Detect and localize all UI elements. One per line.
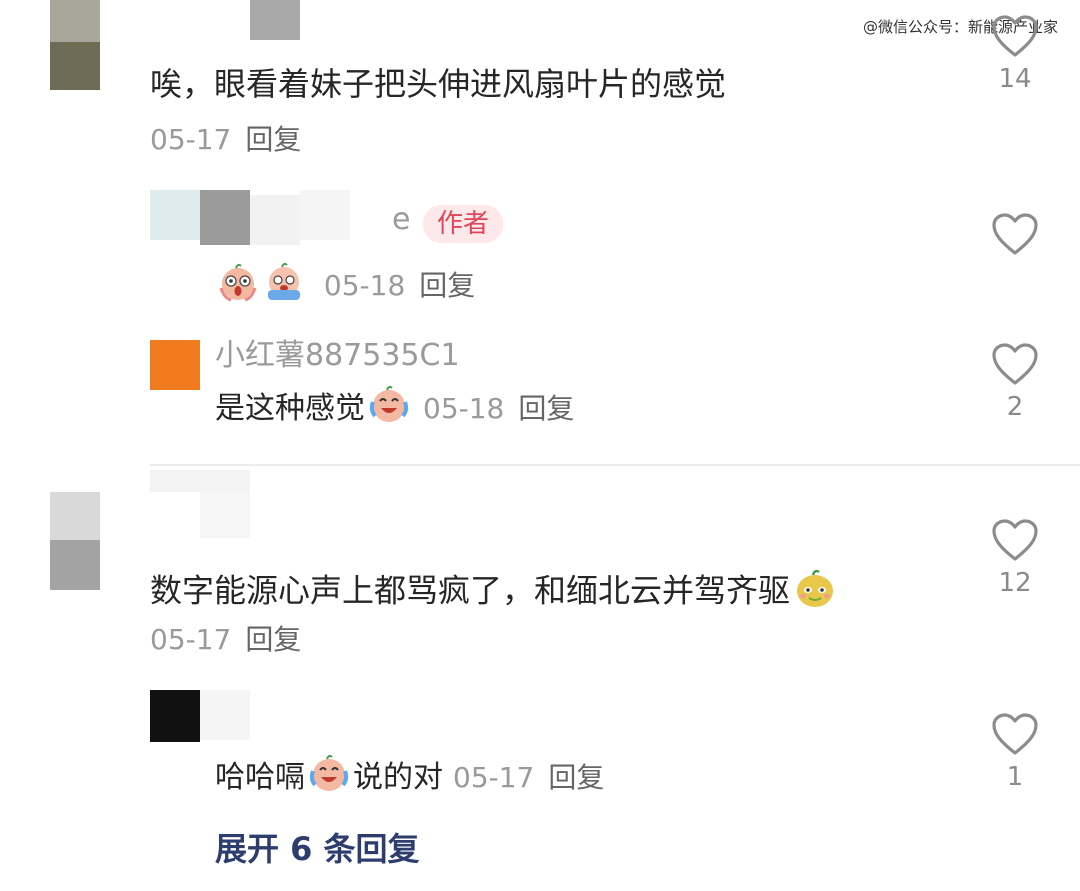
avatar[interactable] [150, 340, 200, 390]
heart-icon[interactable] [991, 14, 1039, 58]
cry-emoji [263, 262, 305, 311]
expand-replies-button[interactable]: 展开 6 条回复 [215, 824, 420, 870]
comment-text-after: 说的对 [353, 760, 443, 795]
like-button[interactable]: 14 [985, 14, 1045, 94]
reply-button[interactable]: 回复 [419, 269, 475, 302]
comment-text-row: 数字能源心声上都骂疯了，和缅北云并驾齐驱 [150, 566, 840, 619]
comment-date: 05-18 [323, 268, 406, 302]
comment-date: 05-18 [423, 392, 505, 425]
laugh-cry-emoji [307, 753, 351, 804]
comment-text: 是这种感觉 [215, 391, 365, 426]
username-redacted [150, 470, 250, 492]
heart-icon[interactable] [991, 518, 1039, 562]
reply-button[interactable]: 回复 [245, 123, 301, 156]
comment-text-row: 是这种感觉 05-18 回复 [215, 384, 574, 435]
comment-date: 05-17 [150, 123, 232, 156]
comment-date: 05-17 [150, 623, 232, 656]
divider [150, 464, 1080, 466]
like-button[interactable]: 1 [985, 712, 1045, 792]
scream-emoji [217, 262, 259, 311]
like-button[interactable]: 2 [985, 342, 1045, 422]
username-redacted [250, 0, 300, 40]
avatar[interactable] [50, 0, 100, 90]
username[interactable]: 小红薯887535C1 [215, 330, 460, 374]
avatar[interactable] [50, 492, 100, 590]
comment-text-before: 哈哈嗝 [215, 760, 305, 795]
laugh-cry-emoji [367, 384, 411, 435]
username-redacted [250, 195, 300, 245]
comment-text-row: 哈哈嗝 说的对 05-17 回复 [215, 753, 604, 804]
author-badge: 作者 [423, 205, 504, 243]
like-count: 1 [1006, 762, 1024, 792]
comment-text: 数字能源心声上都骂疯了，和缅北云并驾齐驱 [150, 571, 791, 610]
avatar[interactable] [150, 690, 200, 742]
heart-icon[interactable] [991, 212, 1039, 256]
comment-meta: 05-18 回复 [215, 262, 475, 311]
comment-date: 05-17 [453, 761, 535, 794]
like-count: 12 [998, 568, 1032, 598]
comment-meta: 05-17 回复 [150, 122, 301, 158]
reply-button[interactable]: 回复 [518, 392, 574, 425]
like-count: 2 [1006, 392, 1024, 422]
heart-icon[interactable] [991, 342, 1039, 386]
like-button[interactable] [985, 212, 1045, 256]
reply-button[interactable]: 回复 [245, 623, 301, 656]
like-count: 14 [998, 64, 1032, 94]
reply-button[interactable]: 回复 [548, 761, 604, 794]
username-partial: e [392, 202, 411, 237]
comment-text: 唉，眼看着妹子把头伸进风扇叶片的感觉 [150, 65, 727, 103]
username-redacted [300, 190, 350, 240]
like-button[interactable]: 12 [985, 518, 1045, 598]
username-redacted [200, 690, 250, 740]
smirk-emoji [792, 566, 838, 619]
heart-icon[interactable] [991, 712, 1039, 756]
comment-meta: 05-17 回复 [150, 622, 301, 658]
avatar[interactable] [150, 190, 250, 250]
username-redacted [200, 492, 250, 538]
